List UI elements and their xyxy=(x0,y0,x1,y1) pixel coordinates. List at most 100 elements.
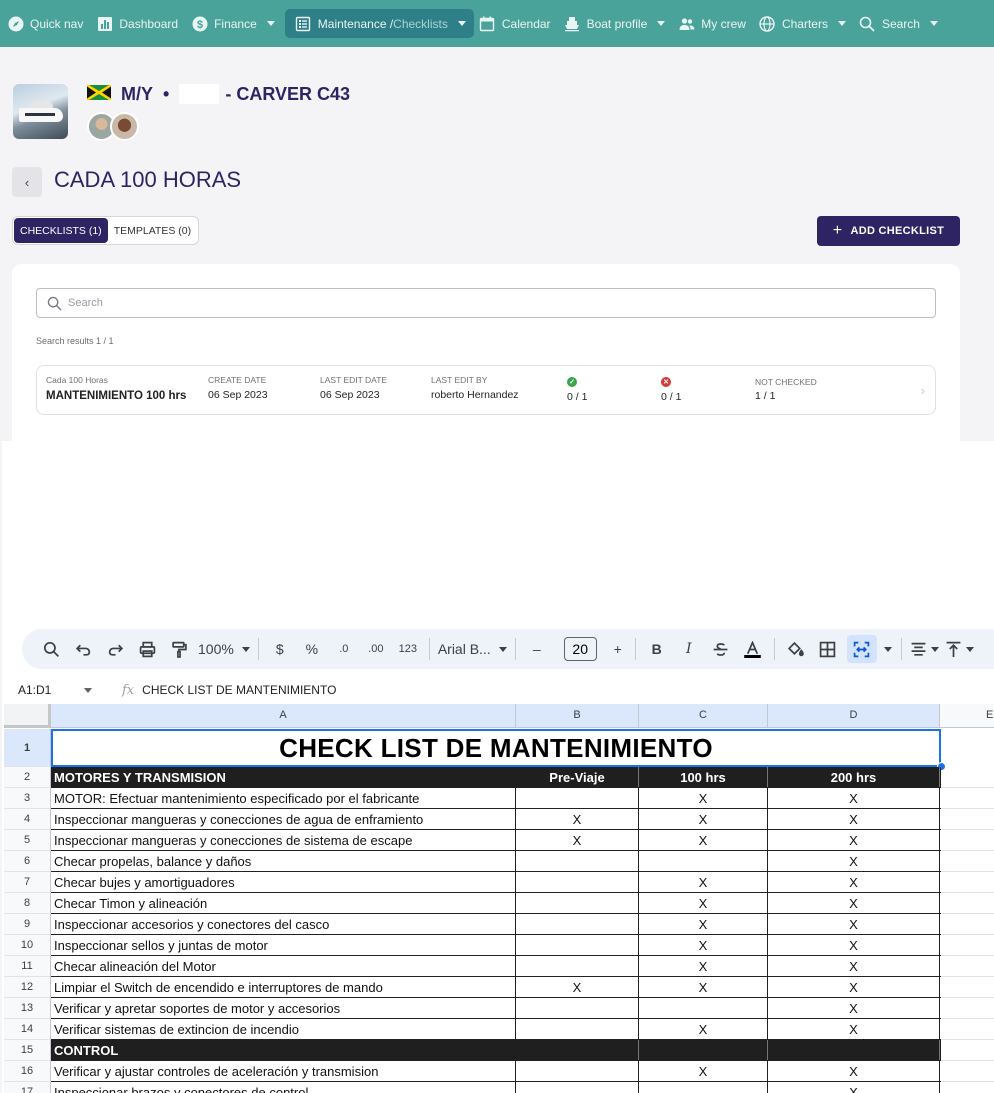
cell-e[interactable] xyxy=(941,934,994,935)
cell-d[interactable]: X xyxy=(768,956,940,976)
row-header[interactable]: 17 xyxy=(4,1082,51,1093)
cell-c[interactable]: X xyxy=(639,788,768,808)
cell-c[interactable] xyxy=(639,1082,768,1093)
row-header[interactable]: 9 xyxy=(4,914,51,935)
cell-a[interactable]: Inspeccionar accesorios y conectores del… xyxy=(51,914,516,934)
cell-e[interactable] xyxy=(941,850,994,851)
text-color-icon[interactable] xyxy=(740,635,766,663)
nav-finance[interactable]: $ Finance xyxy=(188,9,283,38)
cell-d[interactable]: X xyxy=(768,809,940,829)
cell-d[interactable]: X xyxy=(768,998,940,1018)
cell-c[interactable]: X xyxy=(639,914,768,934)
cell-c[interactable] xyxy=(639,1040,768,1060)
cell-e[interactable] xyxy=(941,997,994,998)
cell-d[interactable]: X xyxy=(768,914,940,934)
row-header[interactable]: 6 xyxy=(4,851,51,872)
cell-c[interactable]: X xyxy=(639,809,768,829)
bold-button[interactable]: B xyxy=(644,635,670,663)
cell-d[interactable]: X xyxy=(768,977,940,997)
cell-b[interactable] xyxy=(516,1019,639,1039)
column-header-c[interactable]: C xyxy=(639,704,768,728)
cell-e[interactable] xyxy=(941,1039,994,1040)
cell-b[interactable] xyxy=(516,935,639,955)
cell-d[interactable]: X xyxy=(768,851,940,871)
redo-icon[interactable] xyxy=(102,635,128,663)
row-header[interactable]: 16 xyxy=(4,1061,51,1082)
cell-c[interactable] xyxy=(639,851,768,871)
cell-c[interactable]: X xyxy=(639,893,768,913)
nav-dashboard[interactable]: Dashboard xyxy=(93,9,186,38)
cell-b[interactable]: Pre-Viaje xyxy=(516,767,639,787)
row-header[interactable]: 2 xyxy=(4,767,51,788)
cell-c[interactable]: X xyxy=(639,956,768,976)
cell-b[interactable] xyxy=(516,872,639,892)
strikethrough-icon[interactable] xyxy=(708,635,734,663)
row-header[interactable]: 3 xyxy=(4,788,51,809)
cell-b[interactable] xyxy=(516,1040,639,1060)
cell-a[interactable]: Inspeccionar mangueras y conecciones de … xyxy=(51,830,516,850)
font-size-decrease[interactable]: – xyxy=(524,635,550,663)
cell-d[interactable]: 200 hrs xyxy=(768,767,940,787)
cell-d[interactable]: X xyxy=(768,935,940,955)
cell-e[interactable] xyxy=(941,913,994,914)
zoom-select[interactable]: 100% xyxy=(198,635,250,663)
row-header[interactable]: 7 xyxy=(4,872,51,893)
nav-quick-nav[interactable]: Quick nav xyxy=(4,9,91,38)
tab-checklists[interactable]: CHECKLISTS (1) xyxy=(14,218,108,243)
chevron-down-icon[interactable] xyxy=(266,21,275,26)
cell-b[interactable] xyxy=(516,788,639,808)
chevron-right-icon[interactable]: › xyxy=(921,383,925,398)
nav-boat-profile[interactable]: Boat profile xyxy=(561,9,674,38)
column-header-b[interactable]: B xyxy=(516,704,639,728)
cell-a[interactable]: Checar propelas, balance y daños xyxy=(51,851,516,871)
cell-b[interactable] xyxy=(516,1061,639,1081)
column-header-a[interactable]: A xyxy=(51,704,516,728)
cell-c[interactable]: X xyxy=(639,1019,768,1039)
cell-d[interactable]: X xyxy=(768,872,940,892)
name-box[interactable]: A1:D1 xyxy=(2,683,102,697)
nav-charters[interactable]: Charters xyxy=(756,9,854,38)
cell-a[interactable]: MOTORES Y TRANSMISION xyxy=(51,767,516,787)
cell-a[interactable]: Inspeccionar brazos y conectores de cont… xyxy=(51,1082,516,1093)
cell-a[interactable]: Checar bujes y amortiguadores xyxy=(51,872,516,892)
nav-my-crew[interactable]: My crew xyxy=(675,9,754,38)
sheet-title-cell[interactable]: CHECK LIST DE MANTENIMIENTO xyxy=(51,729,941,767)
chevron-down-icon[interactable] xyxy=(929,21,938,26)
select-all-corner[interactable] xyxy=(4,704,51,728)
cell-e[interactable] xyxy=(941,955,994,956)
cell-a[interactable]: Inspeccionar sellos y juntas de motor xyxy=(51,935,516,955)
boat-photo[interactable] xyxy=(13,84,68,139)
cell-a[interactable]: MOTOR: Efectuar mantenimiento especifica… xyxy=(51,788,516,808)
cell-e[interactable] xyxy=(941,976,994,977)
cell-e[interactable] xyxy=(941,892,994,893)
increase-decimal[interactable]: .00 xyxy=(363,635,389,663)
cell-e[interactable] xyxy=(941,1060,994,1061)
cell-b[interactable]: X xyxy=(516,830,639,850)
row-header[interactable]: 8 xyxy=(4,893,51,914)
merge-cells-icon[interactable] xyxy=(846,635,877,663)
formula-input[interactable]: CHECK LIST DE MANTENIMIENTO xyxy=(142,683,336,697)
column-header-d[interactable]: D xyxy=(768,704,940,728)
font-select[interactable]: Arial B... xyxy=(438,635,507,663)
font-size-increase[interactable]: + xyxy=(605,635,631,663)
cell-b[interactable]: X xyxy=(516,809,639,829)
undo-icon[interactable] xyxy=(70,635,96,663)
tab-templates[interactable]: TEMPLATES (0) xyxy=(108,218,197,243)
cell-b[interactable] xyxy=(516,956,639,976)
row-header[interactable]: 12 xyxy=(4,977,51,998)
cell-e[interactable] xyxy=(941,808,994,809)
chevron-down-icon[interactable] xyxy=(837,21,846,26)
decrease-decimal[interactable]: .0 xyxy=(331,635,357,663)
cell-e[interactable] xyxy=(941,871,994,872)
cell-a[interactable]: Checar alineación del Motor xyxy=(51,956,516,976)
row-header[interactable]: 10 xyxy=(4,935,51,956)
paint-format-icon[interactable] xyxy=(166,635,192,663)
nav-calendar[interactable]: Calendar xyxy=(476,9,559,38)
cell-c[interactable]: X xyxy=(639,872,768,892)
print-icon[interactable] xyxy=(134,635,160,663)
search-input[interactable]: Search xyxy=(36,288,936,318)
cell-b[interactable] xyxy=(516,998,639,1018)
chevron-down-icon[interactable] xyxy=(657,21,666,26)
cell-d[interactable]: X xyxy=(768,1082,940,1093)
nav-search[interactable]: Search xyxy=(856,9,946,38)
